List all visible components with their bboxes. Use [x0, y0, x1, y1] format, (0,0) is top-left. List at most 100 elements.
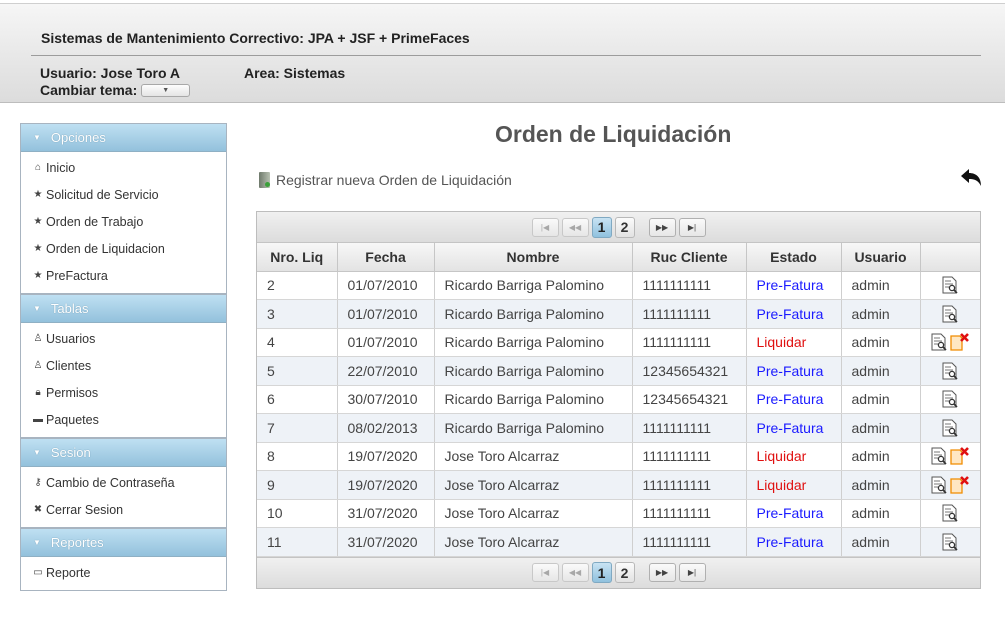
col-estado[interactable]: Estado: [746, 243, 842, 272]
next-page-button[interactable]: ▶▶: [648, 217, 676, 237]
menu-item-usuarios[interactable]: ♙ Usuarios: [21, 325, 226, 352]
menu-item-cambio-de-contraseña[interactable]: ⚷ Cambio de Contraseña: [21, 469, 226, 496]
panel-header-opciones[interactable]: ▼ Opciones: [21, 124, 226, 152]
document-icon: ▭: [33, 567, 43, 578]
menu-item-label: Inicio: [46, 160, 76, 175]
row-actions: [927, 390, 975, 408]
panel-title: Tablas: [50, 301, 89, 316]
cancel-order-icon[interactable]: [949, 446, 970, 466]
cell-nombre: Ricardo Barriga Palomino: [434, 413, 633, 443]
page-title: Orden de Liquidación: [495, 121, 732, 147]
col-nro[interactable]: Nro. Liq: [257, 243, 338, 272]
cell-nombre: Jose Toro Alcarraz: [434, 527, 633, 557]
menu-item-orden-de-trabajo[interactable]: ★ Orden de Trabajo: [21, 208, 226, 235]
triangle-down-icon: ▼: [33, 538, 41, 547]
cell-fecha: 08/02/2013: [337, 413, 435, 443]
view-document-icon[interactable]: [942, 276, 958, 294]
app-header: Sistemas de Mantenimiento Correctivo: JP…: [0, 3, 1005, 103]
view-document-icon[interactable]: [942, 419, 958, 437]
menu-item-orden-de-liquidacion[interactable]: ★ Orden de Liquidacion: [21, 235, 226, 262]
back-arrow-icon[interactable]: [958, 165, 984, 191]
col-ruc[interactable]: Ruc Cliente: [632, 243, 747, 272]
table-row[interactable]: 10 31/07/2020 Jose Toro Alcarraz 1111111111…: [257, 499, 980, 528]
menu-item-clientes[interactable]: ♙ Clientes: [21, 352, 226, 379]
last-page-button[interactable]: ▶|: [678, 217, 706, 237]
theme-switcher: Cambiar tema: ▼: [40, 82, 191, 98]
cell-nro: 3: [257, 299, 338, 329]
cell-estado: Liquidar: [746, 442, 842, 471]
menu-panel-reportes: ▼ Reportes ▭ Reporte: [20, 528, 227, 591]
first-page-button[interactable]: |◀: [531, 217, 559, 237]
folder-icon: ▬: [33, 414, 43, 425]
col-nombre[interactable]: Nombre: [434, 243, 633, 272]
page-1-button[interactable]: 1: [591, 216, 612, 238]
liquidation-table: |◀ ◀◀ 1 2 ▶▶ ▶| Nro. Liq Fecha Nombre Ru…: [256, 211, 981, 589]
cell-nombre: Ricardo Barriga Palomino: [434, 271, 633, 300]
cancel-order-icon[interactable]: [949, 475, 970, 495]
col-fecha[interactable]: Fecha: [337, 243, 435, 272]
cell-ruc: 1111111111: [632, 470, 747, 500]
table-row[interactable]: 6 30/07/2010 Ricardo Barriga Palomino 12345…: [257, 385, 980, 414]
cell-actions: [920, 271, 980, 300]
cell-usuario: admin: [841, 413, 921, 443]
view-document-icon[interactable]: [942, 533, 958, 551]
panel-body: ▭ Reporte: [21, 557, 226, 590]
table-row[interactable]: 7 08/02/2013 Ricardo Barriga Palomino 11111…: [257, 413, 980, 443]
last-page-button[interactable]: ▶|: [678, 563, 706, 582]
row-actions: [927, 475, 975, 495]
cell-estado: Pre-Fatura: [746, 499, 842, 528]
first-page-button[interactable]: |◀: [531, 563, 559, 582]
view-document-icon[interactable]: [942, 305, 958, 323]
star-icon: ★: [33, 270, 43, 281]
next-page-button[interactable]: ▶▶: [648, 563, 676, 582]
menu-item-label: Paquetes: [46, 412, 99, 427]
menu-item-permisos[interactable]: 🔒︎ Permisos: [21, 379, 226, 406]
view-document-icon[interactable]: [942, 390, 958, 408]
prev-page-button[interactable]: ◀◀: [561, 217, 589, 237]
page-1-button[interactable]: 1: [591, 562, 612, 583]
table-row[interactable]: 3 01/07/2010 Ricardo Barriga Palomino 11111…: [257, 299, 980, 329]
menu-item-reporte[interactable]: ▭ Reporte: [21, 559, 226, 586]
table-row[interactable]: 5 22/07/2010 Ricardo Barriga Palomino 12345…: [257, 356, 980, 386]
col-usuario[interactable]: Usuario: [841, 243, 921, 272]
view-document-icon[interactable]: [931, 447, 947, 465]
panel-header-tablas[interactable]: ▼ Tablas: [21, 295, 226, 323]
cancel-order-icon[interactable]: [949, 332, 970, 352]
cell-actions: [920, 385, 980, 414]
page-2-button[interactable]: 2: [614, 562, 635, 583]
page-2-button[interactable]: 2: [614, 216, 635, 238]
menu-panel-tablas: ▼ Tablas ♙ Usuarios ♙ Clientes 🔒︎ Permisos ▬ Paqu…: [20, 294, 227, 438]
view-document-icon[interactable]: [931, 333, 947, 351]
panel-header-reportes[interactable]: ▼ Reportes: [21, 529, 226, 557]
key-icon: ⚷: [34, 477, 42, 488]
cell-actions: [920, 470, 980, 500]
table-row[interactable]: 2 01/07/2010 Ricardo Barriga Palomino 11111…: [257, 271, 980, 300]
view-document-icon[interactable]: [942, 504, 958, 522]
panel-header-sesion[interactable]: ▼ Sesion: [21, 439, 226, 467]
chevron-down-icon: ▼: [162, 86, 170, 94]
menu-item-solicitud-de-servicio[interactable]: ★ Solicitud de Servicio: [21, 181, 226, 208]
new-order-link[interactable]: Registrar nueva Orden de Liquidación: [259, 172, 512, 188]
table-row[interactable]: 11 31/07/2020 Jose Toro Alcarraz 1111111111…: [257, 527, 980, 557]
view-document-icon[interactable]: [931, 476, 947, 494]
cell-fecha: 30/07/2010: [337, 385, 435, 414]
table-row[interactable]: 9 19/07/2020 Jose Toro Alcarraz 1111111111 L…: [257, 470, 980, 500]
view-document-icon[interactable]: [942, 362, 958, 380]
cell-estado: Pre-Fatura: [746, 356, 842, 386]
menu-item-paquetes[interactable]: ▬ Paquetes: [21, 406, 226, 433]
table-row[interactable]: 8 19/07/2020 Jose Toro Alcarraz 1111111111 L…: [257, 442, 980, 471]
menu-item-prefactura[interactable]: ★ PreFactura: [21, 262, 226, 289]
cell-nro: 8: [257, 442, 338, 471]
cell-estado: Pre-Fatura: [746, 413, 842, 443]
cell-ruc: 1111111111: [632, 527, 747, 557]
menu-item-cerrar-sesion[interactable]: ✖ Cerrar Sesion: [21, 496, 226, 523]
table-row[interactable]: 4 01/07/2010 Ricardo Barriga Palomino 11111…: [257, 328, 980, 357]
cell-fecha: 01/07/2010: [337, 271, 435, 300]
cell-estado: Liquidar: [746, 470, 842, 500]
cell-fecha: 31/07/2020: [337, 499, 435, 528]
triangle-down-icon: ▼: [33, 304, 41, 313]
cell-ruc: 1111111111: [632, 271, 747, 300]
prev-page-button[interactable]: ◀◀: [561, 563, 589, 582]
menu-item-inicio[interactable]: ⌂ Inicio: [21, 154, 226, 181]
theme-select[interactable]: ▼: [141, 83, 191, 97]
